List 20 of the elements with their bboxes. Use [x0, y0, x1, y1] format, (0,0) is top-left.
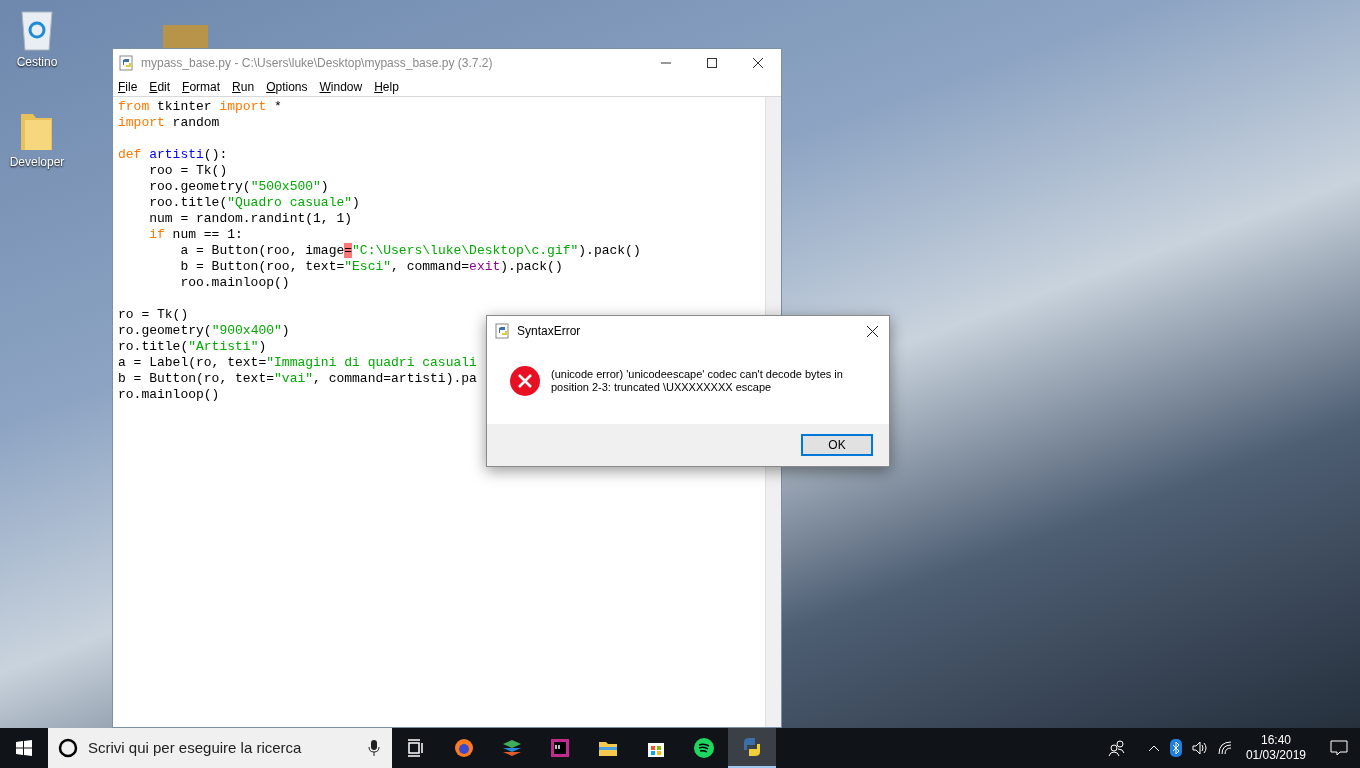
code-line: ro.mainloop(): [118, 387, 220, 402]
code-line: b = Button(ro, text="vai", command=artisti).pa: [118, 371, 477, 386]
code-line: roo.mainloop(): [179, 275, 290, 290]
code-line: roo = Tk(): [148, 163, 228, 178]
code-line: if num == 1:: [148, 227, 243, 242]
window-title: mypass_base.py - C:\Users\luke\Desktop\mypass_base.py (3.7.2): [141, 55, 493, 72]
code-line: def artisti():: [118, 147, 228, 162]
code-line: from tkinter import *: [118, 99, 282, 114]
code-line: ro = Tk(): [118, 307, 189, 322]
code-line: b = Button(roo, text="Esci", command=exit).pack(): [179, 259, 563, 274]
code-line: num = random.randint(1, 1): [148, 211, 353, 226]
code-line: roo.geometry("500x500"): [148, 179, 329, 194]
code-line: import random: [118, 115, 220, 130]
code-line: a = Label(ro, text="Immagini di quadri casuali: [118, 355, 477, 370]
dialog-title: SyntaxError: [517, 323, 581, 340]
code-line: roo.title("Quadro casuale"): [148, 195, 360, 210]
error-message: (unicode error) 'unicodeescape' codec can't decode bytes in position 2-3: truncated \UXXXXXXXX escape: [551, 368, 844, 394]
code-line: ro.geometry("900x400"): [118, 323, 290, 338]
code-line: a = Button(roo, image="C:\Users\luke\Desktop\c.gif").pack(): [179, 243, 641, 258]
code-line: ro.title("Artisti"): [118, 339, 267, 354]
